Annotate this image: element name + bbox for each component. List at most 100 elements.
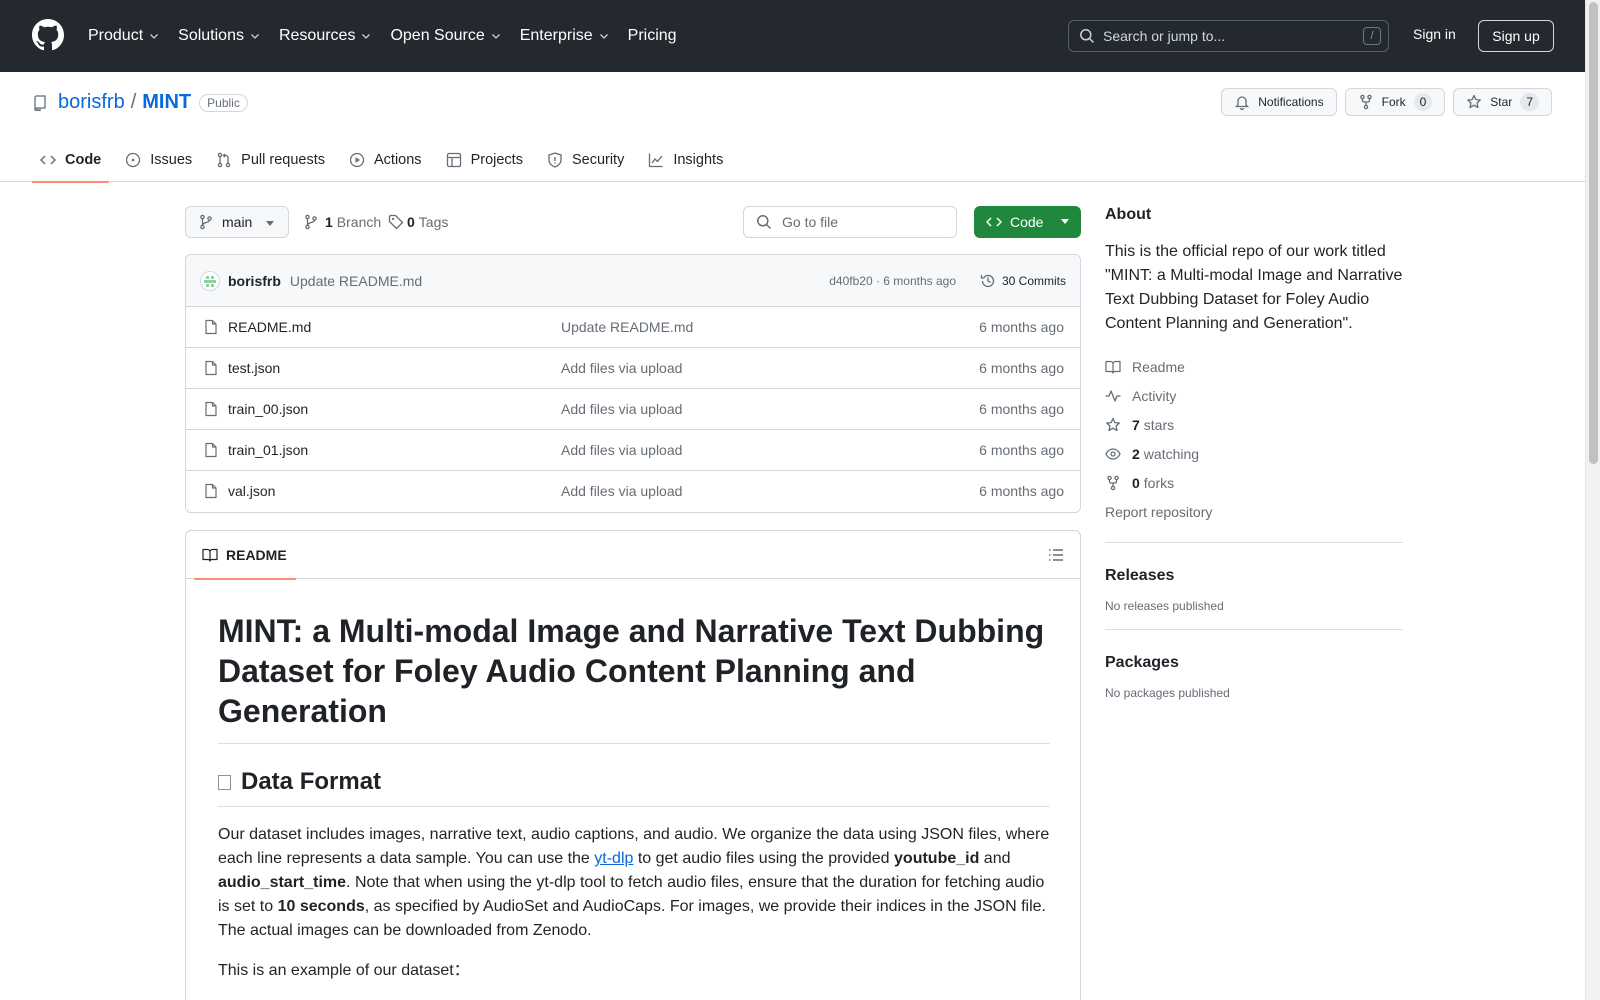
file-commit-message[interactable]: Add files via upload	[561, 401, 682, 417]
tab-security-label: Security	[571, 152, 625, 168]
sign-in-link[interactable]: Sign in	[1413, 26, 1456, 42]
file-name-link[interactable]: val.json	[228, 483, 275, 499]
branch-label: Branch	[336, 214, 382, 230]
scrollbar-thumb[interactable]	[1589, 2, 1598, 464]
branch-count: 1	[325, 214, 333, 230]
code-download-button[interactable]: Code	[974, 206, 1081, 238]
tab-issues[interactable]: Issues	[117, 138, 200, 182]
stars-link[interactable]: 7 stars	[1105, 410, 1403, 439]
forks-count: 0	[1132, 474, 1140, 491]
go-to-file-input[interactable]: Go to file	[743, 206, 957, 238]
branch-name: main	[222, 214, 253, 230]
readme-link[interactable]: Readme	[1105, 352, 1403, 381]
readme-section-heading: Data Format	[218, 768, 1050, 807]
branches-link[interactable]: 1 Branch	[303, 206, 381, 238]
file-icon	[205, 483, 217, 499]
repo-actions: Notifications Fork 0 Star 7	[1213, 88, 1552, 116]
commits-history-link[interactable]: 30 Commits	[980, 267, 1066, 295]
releases-empty-text: No releases published	[1105, 599, 1224, 613]
file-toolbar: main 1 Branch 0 Tags Go to file Code	[185, 206, 1081, 238]
sidebar-divider	[1105, 629, 1403, 630]
file-commit-message[interactable]: Update README.md	[561, 319, 693, 335]
fork-label: Fork	[1381, 95, 1406, 109]
main-content: main 1 Branch 0 Tags Go to file Code bor…	[185, 206, 1081, 1000]
tab-code-label: Code	[65, 152, 102, 168]
caret-down-icon	[266, 221, 274, 226]
tag-count: 0	[407, 214, 415, 230]
nav-product[interactable]: Product	[88, 27, 160, 45]
yt-dlp-link[interactable]: yt-dlp	[594, 850, 633, 867]
branch-selector[interactable]: main	[185, 206, 289, 238]
nav-pricing[interactable]: Pricing	[628, 27, 677, 45]
readme-bold-text: audio_start_time	[218, 874, 347, 891]
tab-security[interactable]: Security	[539, 138, 632, 182]
latest-commit-bar: borisfrb Update README.md d40fb20 · 6 mo…	[186, 255, 1080, 307]
sign-up-button[interactable]: Sign up	[1478, 20, 1554, 52]
sidebar-divider	[1105, 542, 1403, 543]
go-to-file-placeholder: Go to file	[782, 214, 839, 230]
tag-label: Tags	[418, 214, 449, 230]
star-icon	[1106, 417, 1120, 431]
nav-open-source[interactable]: Open Source	[390, 27, 501, 45]
about-heading: About	[1105, 206, 1152, 223]
avatar[interactable]	[200, 270, 220, 291]
tab-actions-label: Actions	[374, 152, 422, 168]
readme-bold-text: 10 seconds	[277, 898, 365, 915]
tab-insights-label: Insights	[673, 152, 724, 168]
star-button[interactable]: Star 7	[1453, 88, 1552, 116]
file-commit-message[interactable]: Add files via upload	[561, 483, 682, 499]
file-icon	[205, 442, 217, 458]
notifications-button[interactable]: Notifications	[1221, 88, 1337, 116]
tab-code[interactable]: Code	[32, 138, 110, 183]
nav-pricing-label: Pricing	[627, 27, 677, 44]
fork-button[interactable]: Fork 0	[1344, 88, 1446, 116]
history-icon	[980, 274, 995, 288]
nav-open-source-label: Open Source	[390, 27, 485, 44]
file-age: 6 months ago	[979, 442, 1064, 458]
list-outline-icon[interactable]	[1048, 547, 1064, 563]
packages-heading[interactable]: Packages	[1105, 654, 1403, 672]
nav-resources[interactable]: Resources	[279, 27, 372, 45]
table-row: train_01.json Add files via upload 6 mon…	[186, 430, 1080, 471]
file-name-link[interactable]: train_01.json	[228, 442, 308, 458]
commit-author-link[interactable]: borisfrb	[228, 273, 281, 289]
play-icon	[349, 152, 365, 168]
releases-heading[interactable]: Releases	[1105, 567, 1403, 585]
page-scrollbar[interactable]	[1585, 0, 1600, 1000]
readme-content: MINT: a Multi-modal Image and Narrative …	[218, 611, 1050, 983]
tab-insights[interactable]: Insights	[640, 138, 731, 182]
forks-link[interactable]: 0 forks	[1105, 468, 1403, 497]
activity-link[interactable]: Activity	[1105, 381, 1403, 410]
activity-link-label: Activity	[1132, 387, 1177, 404]
github-logo-icon[interactable]	[32, 19, 64, 51]
tab-pull-requests[interactable]: Pull requests	[208, 138, 333, 182]
commit-message-link[interactable]: Update README.md	[290, 273, 422, 289]
commit-hash-and-time[interactable]: d40fb20 · 6 months ago	[829, 274, 956, 288]
nav-product-label: Product	[88, 27, 144, 44]
table-row: test.json Add files via upload 6 months …	[186, 348, 1080, 389]
watching-link[interactable]: 2 watching	[1105, 439, 1403, 468]
repo-header: borisfrb / MINT Public Notifications For…	[0, 72, 1585, 183]
file-name-link[interactable]: test.json	[228, 360, 280, 376]
nav-solutions[interactable]: Solutions	[178, 27, 261, 45]
file-icon	[205, 401, 217, 417]
repo-owner-link[interactable]: borisfrb	[58, 91, 125, 114]
repo-name-link[interactable]: MINT	[142, 91, 191, 114]
tab-actions[interactable]: Actions	[341, 138, 430, 182]
tab-projects[interactable]: Projects	[438, 138, 531, 182]
tags-link[interactable]: 0 Tags	[388, 206, 448, 238]
global-search-input[interactable]: Search or jump to... /	[1068, 20, 1389, 52]
file-commit-message[interactable]: Add files via upload	[561, 360, 682, 376]
readme-tab[interactable]: README	[194, 531, 296, 580]
file-commit-message[interactable]: Add files via upload	[561, 442, 682, 458]
report-repository-link[interactable]: Report repository	[1105, 497, 1403, 526]
table-row: val.json Add files via upload 6 months a…	[186, 471, 1080, 512]
commit-count-label: 30 Commits	[1001, 274, 1066, 288]
file-age: 6 months ago	[979, 360, 1064, 376]
star-label: Star	[1490, 95, 1513, 109]
file-name-link[interactable]: README.md	[228, 319, 311, 335]
visibility-badge: Public	[199, 93, 248, 112]
branch-icon	[200, 214, 212, 230]
nav-enterprise[interactable]: Enterprise	[520, 27, 610, 45]
file-name-link[interactable]: train_00.json	[228, 401, 308, 417]
